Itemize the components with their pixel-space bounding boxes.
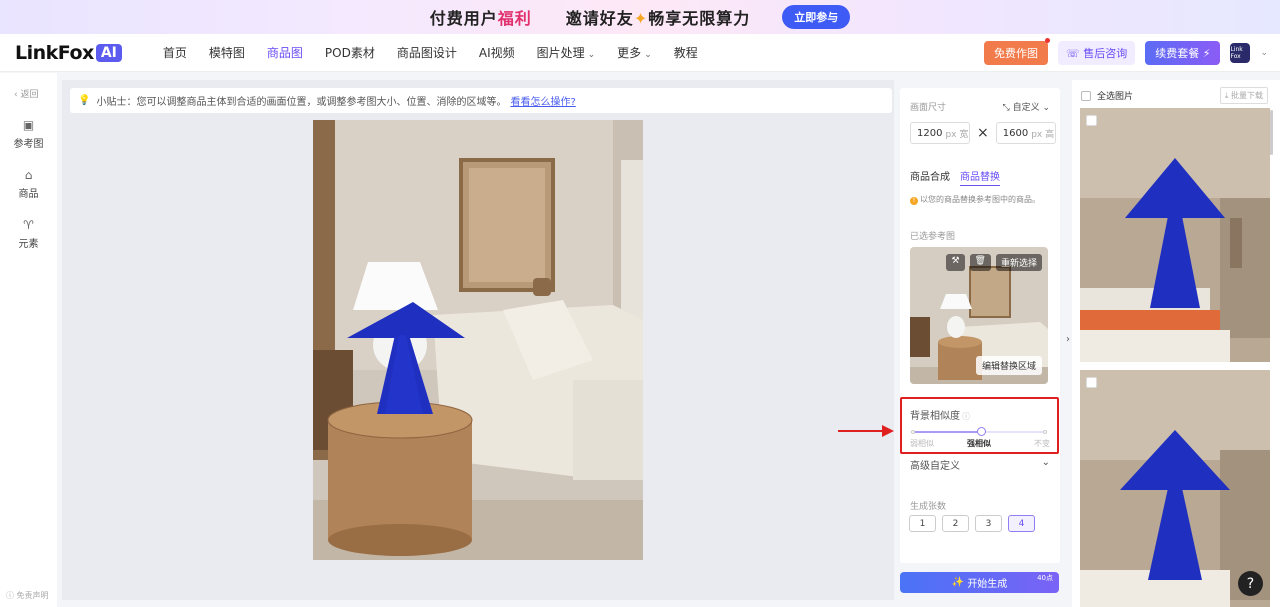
lightning-icon: ⚡ [1202, 47, 1211, 60]
count-option-2[interactable]: 2 [942, 515, 969, 532]
chevron-down-icon: ⌄ [1041, 457, 1050, 468]
tab-product-compose[interactable]: 商品合成 [910, 168, 950, 186]
bag-icon: ⌂ [24, 168, 33, 182]
result-image-2[interactable] [1080, 370, 1270, 607]
sparkle-icon: ✨ [951, 577, 965, 588]
edit-region-button[interactable]: 编辑替换区域 [975, 356, 1042, 375]
top-nav: LinkFox AI 首页 模特图 商品图 POD素材 商品图设计 AI视频 图片处理 ⌄ 更多… [0, 34, 1280, 72]
slider-end-dot [1043, 430, 1047, 434]
ref-label: 已选参考图 [910, 232, 956, 242]
info-icon: ⓘ [6, 591, 14, 600]
batch-download-button[interactable]: ⤓ 批量下载 [1219, 87, 1268, 104]
renew-button[interactable]: 续费套餐 ⚡ [1145, 41, 1221, 65]
disclaimer-link[interactable]: ⓘ 免责声明 [6, 590, 49, 601]
tip-bar: 💡 小贴士：您可以调整商品主体到合适的画面位置，或调整参考图大小、位置、消除的区… [70, 88, 892, 113]
nav-item-0[interactable]: 首页 [152, 44, 198, 61]
count-label: 生成张数 [910, 502, 947, 512]
logo[interactable]: LinkFox AI [15, 42, 122, 64]
help-button[interactable]: ? [1238, 571, 1263, 596]
result-checkbox[interactable] [1086, 115, 1097, 126]
join-button[interactable]: 立即参与 [782, 5, 851, 29]
scrollbar[interactable] [1270, 110, 1273, 155]
select-all-label: 全选图片 [1097, 92, 1134, 102]
magic-wand-icon[interactable]: ⚒ [946, 254, 965, 271]
support-button[interactable]: ☏ 售后咨询 [1057, 41, 1136, 65]
mode-note: ! 以您的商品替换参考图中的商品。 [910, 194, 1040, 205]
banner-title: 付费用户福利 [429, 9, 532, 28]
settings-panel: 画面尺寸 ⤡ 自定义 ⌄ 1200 px 宽 × 1600 px 高 商品合成 商品… [900, 88, 1060, 563]
collapse-panel-icon[interactable]: › [1066, 334, 1070, 345]
nav-item-5[interactable]: AI视频 [468, 44, 526, 61]
promo-banner[interactable]: 付费用户福利 邀请好友✦畅享无限算力 立即参与 [0, 0, 1280, 34]
trash-icon[interactable]: 🗑 [969, 254, 991, 271]
count-option-1[interactable]: 1 [909, 515, 936, 532]
back-button[interactable]: ‹ 返回 [0, 73, 57, 100]
nav-item-7[interactable]: 更多 ⌄ [606, 44, 663, 61]
generate-cost: 40点 [1037, 574, 1053, 582]
left-rail: ‹ 返回 ▣ 参考图 ⌂ 商品 ♈ 元素 ⓘ 免责声明 [0, 73, 57, 607]
size-mode-select[interactable]: ⤡ 自定义 ⌄ [1002, 100, 1050, 113]
avatar[interactable]: Link Fox [1230, 43, 1251, 63]
nav-item-4[interactable]: 商品图设计 [386, 44, 468, 61]
bg-similarity-label: 背景相似度 [910, 411, 960, 422]
rail-item-elements[interactable]: ♈ 元素 [0, 218, 57, 250]
info-icon: ! [910, 197, 918, 205]
bg-similarity-box: 背景相似度 ⓘ 弱相似 强相似 不变 [900, 397, 1059, 454]
notification-dot [1044, 38, 1050, 43]
count-option-3[interactable]: 3 [975, 515, 1002, 532]
advanced-options[interactable]: 高级自定义 ⌄ [910, 457, 1050, 472]
result-image-1[interactable] [1080, 108, 1270, 362]
times-icon: × [977, 125, 989, 141]
result-thumbnail [1080, 370, 1270, 607]
result-thumbnail [1080, 108, 1270, 362]
lightbulb-icon: 💡 [78, 95, 91, 106]
composite-image[interactable] [313, 120, 643, 560]
rail-item-reference[interactable]: ▣ 参考图 [0, 118, 57, 150]
chevron-left-icon: ‹ [14, 90, 18, 100]
slider-start-dot [911, 430, 915, 434]
height-input[interactable]: 1600 px 高 [995, 122, 1056, 144]
result-checkbox[interactable] [1086, 377, 1097, 388]
slider-label-unchanged: 不变 [1034, 439, 1050, 448]
living-room-scene [313, 120, 643, 560]
tab-product-replace[interactable]: 商品替换 [960, 168, 1000, 186]
chevron-down-icon: ⌄ [587, 50, 596, 60]
reference-image[interactable]: ⚒ 🗑 重新选择 编辑替换区域 [910, 247, 1048, 384]
slider-fill [914, 431, 981, 433]
slider-handle[interactable] [976, 427, 986, 436]
help-icon[interactable]: ⓘ [962, 412, 970, 421]
red-arrow-annotation [838, 425, 894, 437]
generate-button[interactable]: ✨ 开始生成 40点 [900, 572, 1059, 593]
nav-item-2[interactable]: 商品图 [256, 44, 314, 61]
count-option-4[interactable]: 4 [1008, 515, 1035, 532]
nav-item-1[interactable]: 模特图 [198, 44, 256, 61]
select-all-checkbox[interactable] [1081, 90, 1091, 101]
slider-label-strong: 强相似 [967, 439, 991, 448]
download-icon: ⤓ [1224, 91, 1229, 100]
free-draw-button[interactable]: 免费作图 [983, 38, 1050, 65]
banner-subtitle: 邀请好友✦畅享无限算力 [565, 9, 751, 28]
results-panel: 全选图片 ⤓ 批量下载 [1072, 80, 1280, 607]
trophy-icon: ♈ [23, 218, 34, 232]
editor-canvas[interactable]: 💡 小贴士：您可以调整商品主体到合适的画面位置，或调整参考图大小、位置、消除的区… [62, 80, 894, 600]
reselect-button[interactable]: 重新选择 [995, 254, 1042, 271]
size-label: 画面尺寸 [910, 103, 947, 113]
resize-icon: ⤡ [1002, 103, 1010, 113]
nav-item-8[interactable]: 教程 [663, 44, 709, 61]
main-menu: 首页 模特图 商品图 POD素材 商品图设计 AI视频 图片处理 ⌄ 更多 ⌄ 教程 [152, 44, 709, 61]
how-to-link[interactable]: 看看怎么操作? [510, 93, 575, 108]
image-icon: ▣ [22, 118, 35, 132]
nav-item-3[interactable]: POD素材 [314, 44, 386, 61]
nav-item-6[interactable]: 图片处理 ⌄ [526, 44, 607, 61]
chevron-down-icon: ⌄ [1042, 103, 1050, 113]
width-input[interactable]: 1200 px 宽 [910, 122, 970, 144]
count-selector: 1 2 3 4 [909, 515, 1035, 532]
slider-label-weak: 弱相似 [910, 439, 934, 448]
chevron-down-icon[interactable]: ⌄ [1260, 48, 1268, 58]
phone-icon: ☏ [1065, 47, 1080, 60]
rail-item-product[interactable]: ⌂ 商品 [0, 168, 57, 200]
chevron-down-icon: ⌄ [644, 50, 652, 60]
